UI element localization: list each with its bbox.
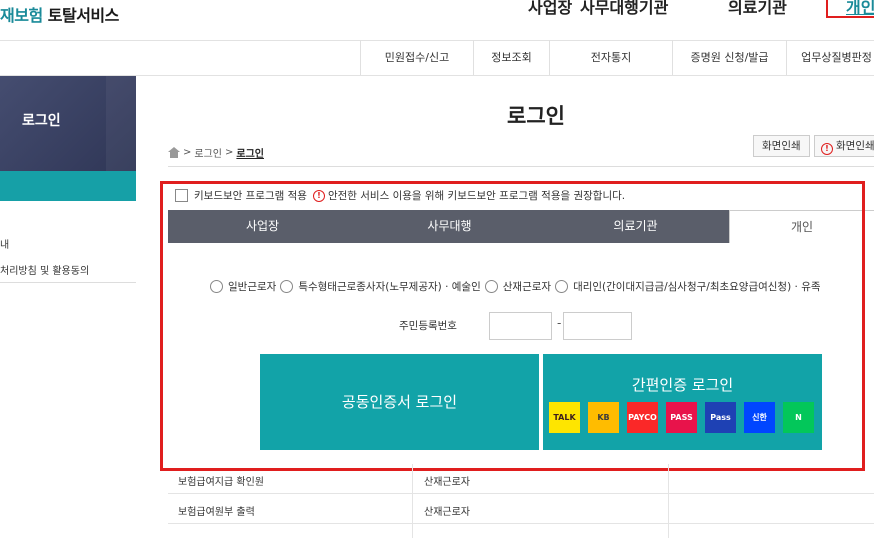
table-cell-name: 보험급여원부 출력 <box>178 507 255 518</box>
table-row[interactable]: 보험급여원부 출력 산재근로자 <box>168 494 874 524</box>
table-divider <box>668 464 669 494</box>
breadcrumb-sep: > <box>183 147 192 158</box>
warning-icon: ! <box>821 143 833 155</box>
brand-part1: 재보험 <box>0 6 43 25</box>
nav-business[interactable]: 사업장 <box>528 0 572 18</box>
sidebar-header: 로그인 <box>0 76 136 171</box>
table-row[interactable] <box>168 524 874 538</box>
sidebar-item-active[interactable] <box>0 171 136 201</box>
site-brand[interactable]: 재보험 토탈서비스 <box>0 2 119 26</box>
breadcrumb-item[interactable]: 로그인 <box>194 145 222 160</box>
subnav-civil[interactable]: 민원접수/신고 <box>360 40 473 75</box>
table-cell-target: 산재근로자 <box>424 507 470 518</box>
sidebar-item-1[interactable]: 내 <box>0 236 9 251</box>
nav-agency[interactable]: 사무대행기관 <box>580 0 668 18</box>
table-divider <box>412 464 413 494</box>
nav-personal[interactable]: 개인 <box>846 0 874 18</box>
subnav-certificate[interactable]: 증명원 신청/발급 <box>672 40 786 75</box>
home-icon[interactable] <box>168 147 180 158</box>
table-divider <box>412 524 413 538</box>
brand-part2: 토탈서비스 <box>47 6 120 25</box>
subnav-notice[interactable]: 전자통지 <box>549 40 672 75</box>
breadcrumb-current[interactable]: 로그인 <box>236 145 264 160</box>
table-cell-target: 산재근로자 <box>424 477 470 488</box>
table-divider <box>668 524 669 538</box>
breadcrumb-divider <box>168 166 874 167</box>
sidebar-item-privacy[interactable]: 처리방침 및 활용동의 <box>0 262 89 277</box>
print-button[interactable]: 화면인쇄 <box>753 135 810 157</box>
subnav-disease[interactable]: 업무상질병판정 <box>786 40 874 75</box>
login-highlight-box <box>160 181 865 471</box>
sub-nav: 민원접수/신고 정보조회 전자통지 증명원 신청/발급 업무상질병판정 <box>360 40 874 75</box>
print-help-button[interactable]: ! 화면인쇄 <box>814 135 874 157</box>
nav-personal-highlight: 개인 <box>826 0 874 18</box>
breadcrumb: > 로그인 > 로그인 <box>168 145 264 160</box>
print-help-label: 화면인쇄 <box>836 140 874 152</box>
table-row[interactable]: 보험급여지급 확인원 산재근로자 <box>168 464 874 494</box>
sidebar-divider <box>0 282 136 283</box>
subnav-info[interactable]: 정보조회 <box>473 40 549 75</box>
table-divider <box>668 494 669 524</box>
nav-medical[interactable]: 의료기관 <box>728 0 787 18</box>
sidebar-title: 로그인 <box>22 113 61 129</box>
breadcrumb-sep: > <box>225 147 234 158</box>
page-title: 로그인 <box>507 104 565 128</box>
table-cell-name: 보험급여지급 확인원 <box>178 477 264 488</box>
table-divider <box>412 494 413 524</box>
